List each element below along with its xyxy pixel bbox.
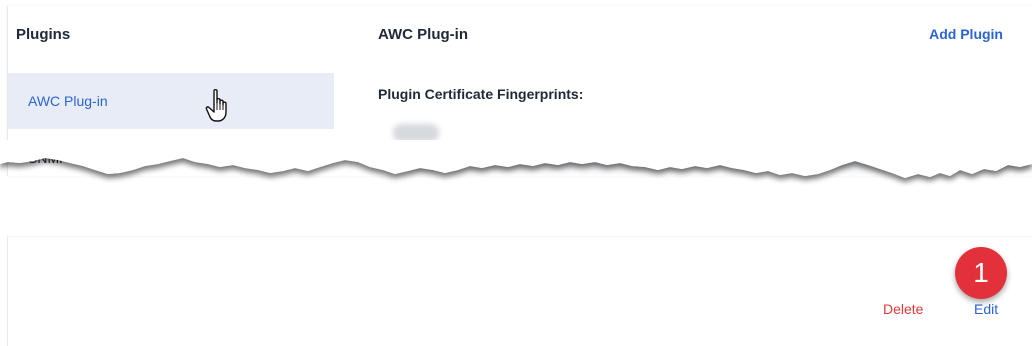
add-plugin-button[interactable]: Add Plugin xyxy=(929,26,1003,42)
plugin-actions-card: Delete Edit 1 xyxy=(7,236,1032,346)
hand-pointer-icon xyxy=(205,89,227,122)
sidebar-item-awc-plugin[interactable]: AWC Plug-in xyxy=(8,73,334,129)
step-number-badge: 1 xyxy=(955,247,1007,299)
torn-edge-divider xyxy=(0,140,1032,178)
sidebar-title: Plugins xyxy=(16,26,71,43)
detail-title: AWC Plug-in xyxy=(378,26,468,43)
delete-button[interactable]: Delete xyxy=(883,301,923,317)
fingerprints-label: Plugin Certificate Fingerprints: xyxy=(378,86,584,102)
sidebar-item-label: AWC Plug-in xyxy=(28,93,108,109)
edit-button[interactable]: Edit xyxy=(974,301,998,317)
plugins-page: Plugins AWC Plug-in SNMP Plug-in AWC Plu… xyxy=(0,0,1032,346)
